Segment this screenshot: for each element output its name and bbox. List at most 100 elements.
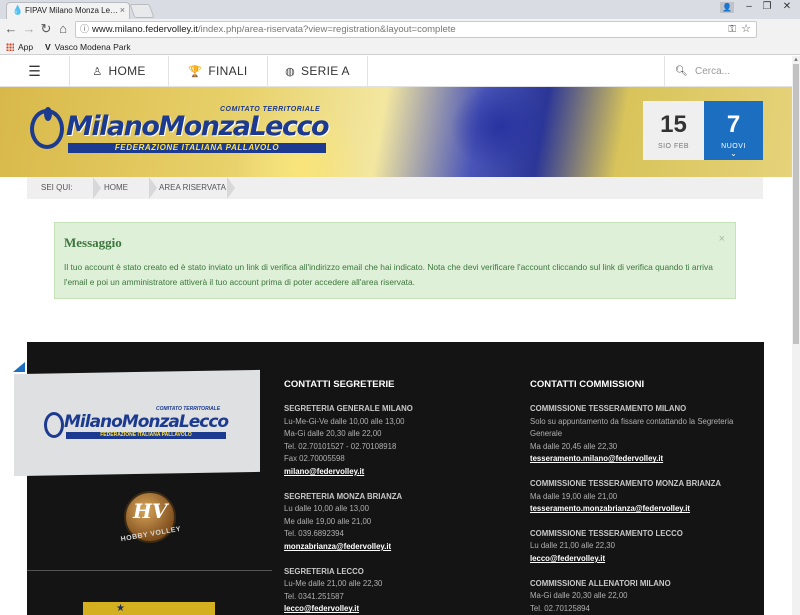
new-count: 7	[726, 111, 741, 138]
contact-title: SEGRETERIA MONZA BRIANZA	[284, 491, 403, 501]
contact-line: Lu dalle 21,00 alle 22,30	[530, 541, 615, 551]
breadcrumb-label: SEI QUI:	[41, 183, 73, 192]
contact-title: COMMISSIONE TESSERAMENTO MONZA BRIANZA	[530, 478, 722, 488]
tab-title: FIPAV Milano Monza Le…	[25, 6, 119, 15]
home-icon[interactable]: ⌂	[55, 21, 71, 37]
date-day: 15	[660, 111, 687, 138]
forward-arrow-icon[interactable]: →	[21, 21, 37, 37]
email-link[interactable]: monzabrianza@federvolley.it	[284, 541, 494, 554]
apps-grid-icon	[6, 43, 14, 51]
contact-line: Tel. 0341.251587	[284, 591, 344, 601]
contact-line: Ma-Gi dalle 20,30 alle 22,00	[284, 429, 382, 439]
close-window-button[interactable]: ✕	[776, 0, 798, 14]
hobby-volley-badge[interactable]: HV HOBBY VOLLEY	[120, 491, 182, 553]
contact-section: COMMISSIONE TESSERAMENTO MONZA BRIANZA M…	[530, 478, 750, 516]
email-link[interactable]: tesseramento.milano@federvolley.it	[530, 453, 750, 466]
contact-line: Tel. 02.70125894	[530, 603, 590, 613]
nav-item-serie-a[interactable]: ◍ SERIE A	[268, 56, 368, 87]
star-icon[interactable]: ☆	[741, 22, 751, 37]
maximize-button[interactable]: ❐	[758, 0, 776, 14]
contact-line: Fax 02.70005598	[284, 454, 345, 464]
contact-line: Solo su appuntamento da fissare contatta…	[530, 416, 734, 439]
minimize-button[interactable]: –	[740, 0, 758, 14]
tab-close-icon[interactable]: ×	[120, 3, 125, 18]
email-link[interactable]: tesseramento.monzabrianza@federvolley.it	[530, 503, 750, 516]
contact-section: COMMISSIONE ALLENATORI MILANO Ma-Gi dall…	[530, 578, 750, 615]
chevron-down-icon: ⌄	[730, 149, 737, 158]
logo-band-text: FEDERAZIONE ITALIANA PALLAVOLO	[68, 143, 326, 153]
email-link[interactable]: milano@federvolley.it	[284, 466, 494, 479]
contact-line: Tel. 039.6892394	[284, 529, 344, 539]
contact-section: SEGRETERIA GENERALE MILANO Lu-Me-Gi-Ve d…	[284, 403, 494, 479]
contact-line: Me dalle 19,00 alle 21,00	[284, 516, 372, 526]
contact-line: Lu-Me dalle 21,00 alle 22,30	[284, 579, 383, 589]
hobby-volley-initials: HV	[133, 499, 168, 523]
footer-logo[interactable]: COMITATO TERRITORIALE MilanoMonzaLecco F…	[44, 406, 234, 442]
footer-col-segreterie: CONTATTI SEGRETERIE SEGRETERIA GENERALE …	[284, 377, 494, 615]
address-bar[interactable]: ⓘ www.milano.federvolley.it/index.php/ar…	[75, 21, 757, 38]
v-icon: V	[45, 42, 51, 52]
site-logo[interactable]: COMITATO TERRITORIALE MilanoMonzaLecco F…	[30, 105, 330, 161]
new-items-widget[interactable]: 7 NUOVI ⌄	[704, 101, 763, 160]
browser-toolbar: ← → ↻ ⌂ ⓘ www.milano.federvolley.it/inde…	[0, 19, 800, 54]
contact-section: SEGRETERIA LECCO Lu-Me dalle 21,00 alle …	[284, 566, 494, 615]
search-placeholder: Cerca...	[695, 66, 731, 77]
nav-finali-label: FINALI	[208, 64, 248, 78]
breadcrumb-separator	[227, 177, 235, 199]
key-icon[interactable]: ⚿	[728, 22, 736, 37]
bookmark-apps[interactable]: App	[6, 40, 33, 54]
volleyball-icon: ◍	[285, 66, 296, 78]
message-title: Messaggio	[64, 235, 122, 250]
nav-seriea-label: SERIE A	[301, 64, 350, 78]
hamburger-menu-icon[interactable]: ☰	[0, 56, 70, 87]
footer-corner-accent	[13, 362, 25, 372]
footer-col-commissioni: CONTATTI COMMISSIONI COMMISSIONE TESSERA…	[530, 377, 750, 615]
new-tab-button[interactable]	[129, 4, 155, 18]
bookmarks-bar: App V Vasco Modena Park	[0, 40, 800, 55]
footer-logo-band-text: FEDERAZIONE ITALIANA PALLAVOLO	[66, 432, 226, 439]
email-link[interactable]: lecco@federvolley.it	[284, 603, 494, 615]
back-arrow-icon[interactable]: ←	[3, 21, 19, 37]
sponsor-banner[interactable]: ★	[83, 602, 215, 615]
bookmark-vasco[interactable]: V Vasco Modena Park	[45, 40, 131, 54]
contact-section: SEGRETERIA MONZA BRIANZA Lu dalle 10,00 …	[284, 491, 494, 554]
breadcrumb-area-riservata: AREA RISERVATA	[159, 183, 226, 192]
footer-divider	[27, 570, 272, 571]
footer-logo-emblem	[44, 412, 64, 438]
nav-item-home[interactable]: ♙ HOME	[70, 56, 169, 87]
reload-icon[interactable]: ↻	[38, 21, 54, 37]
contact-section: COMMISSIONE TESSERAMENTO MILANO Solo su …	[530, 403, 750, 466]
breadcrumb-home[interactable]: HOME	[104, 177, 128, 199]
contact-title: SEGRETERIA GENERALE MILANO	[284, 404, 413, 413]
footer-logo-main-text: MilanoMonzaLecco	[64, 412, 229, 432]
contact-title: COMMISSIONE TESSERAMENTO MILANO	[530, 404, 687, 413]
email-link[interactable]: lecco@federvolley.it	[530, 553, 750, 566]
bookmark-vasco-label: Vasco Modena Park	[54, 42, 131, 52]
contact-line: Lu-Me-Gi-Ve dalle 10,00 alle 13,00	[284, 416, 405, 426]
date-widget: 15 SIO FEB	[643, 101, 704, 160]
info-icon[interactable]: ⓘ	[80, 22, 89, 37]
user-icon[interactable]: 👤	[720, 2, 734, 13]
footer-col-heading: CONTATTI COMMISSIONI	[530, 379, 645, 390]
scrollbar-thumb[interactable]	[793, 64, 799, 344]
contact-line: Ma dalle 19,00 alle 21,00	[530, 491, 618, 501]
site-navbar: ☰ ♙ HOME 🏆 FINALI ◍ SERIE A 🔍︎ Cerca...	[0, 56, 792, 87]
contact-title: COMMISSIONE TESSERAMENTO LECCO	[530, 528, 683, 538]
date-month: SIO FEB	[657, 143, 690, 150]
url-host: www.milano.federvolley.it	[92, 24, 198, 35]
nav-item-finali[interactable]: 🏆 FINALI	[169, 56, 268, 87]
scroll-up-arrow-icon[interactable]: ▲	[792, 56, 800, 64]
search-input[interactable]: 🔍︎ Cerca...	[664, 56, 792, 87]
url-path: /index.php/area-riservata?view=registrat…	[197, 24, 456, 35]
browser-tab[interactable]: 💧 FIPAV Milano Monza Le… ×	[6, 2, 130, 19]
star-icon: ★	[116, 603, 125, 614]
content-card: SEI QUI: HOME AREA RISERVATA Messaggio I…	[27, 177, 763, 342]
logo-main-text: MilanoMonzaLecco	[66, 111, 330, 142]
success-message: Messaggio Il tuo account è stato creato …	[54, 222, 736, 299]
logo-emblem	[30, 107, 64, 149]
contact-line: Ma-Gi dalle 20,30 alle 22,00	[530, 591, 628, 601]
page-scrollbar[interactable]: ▲	[792, 56, 800, 615]
breadcrumb: SEI QUI: HOME AREA RISERVATA	[27, 177, 763, 199]
search-icon: 🔍︎	[675, 66, 688, 77]
close-icon[interactable]: ×	[719, 233, 725, 245]
